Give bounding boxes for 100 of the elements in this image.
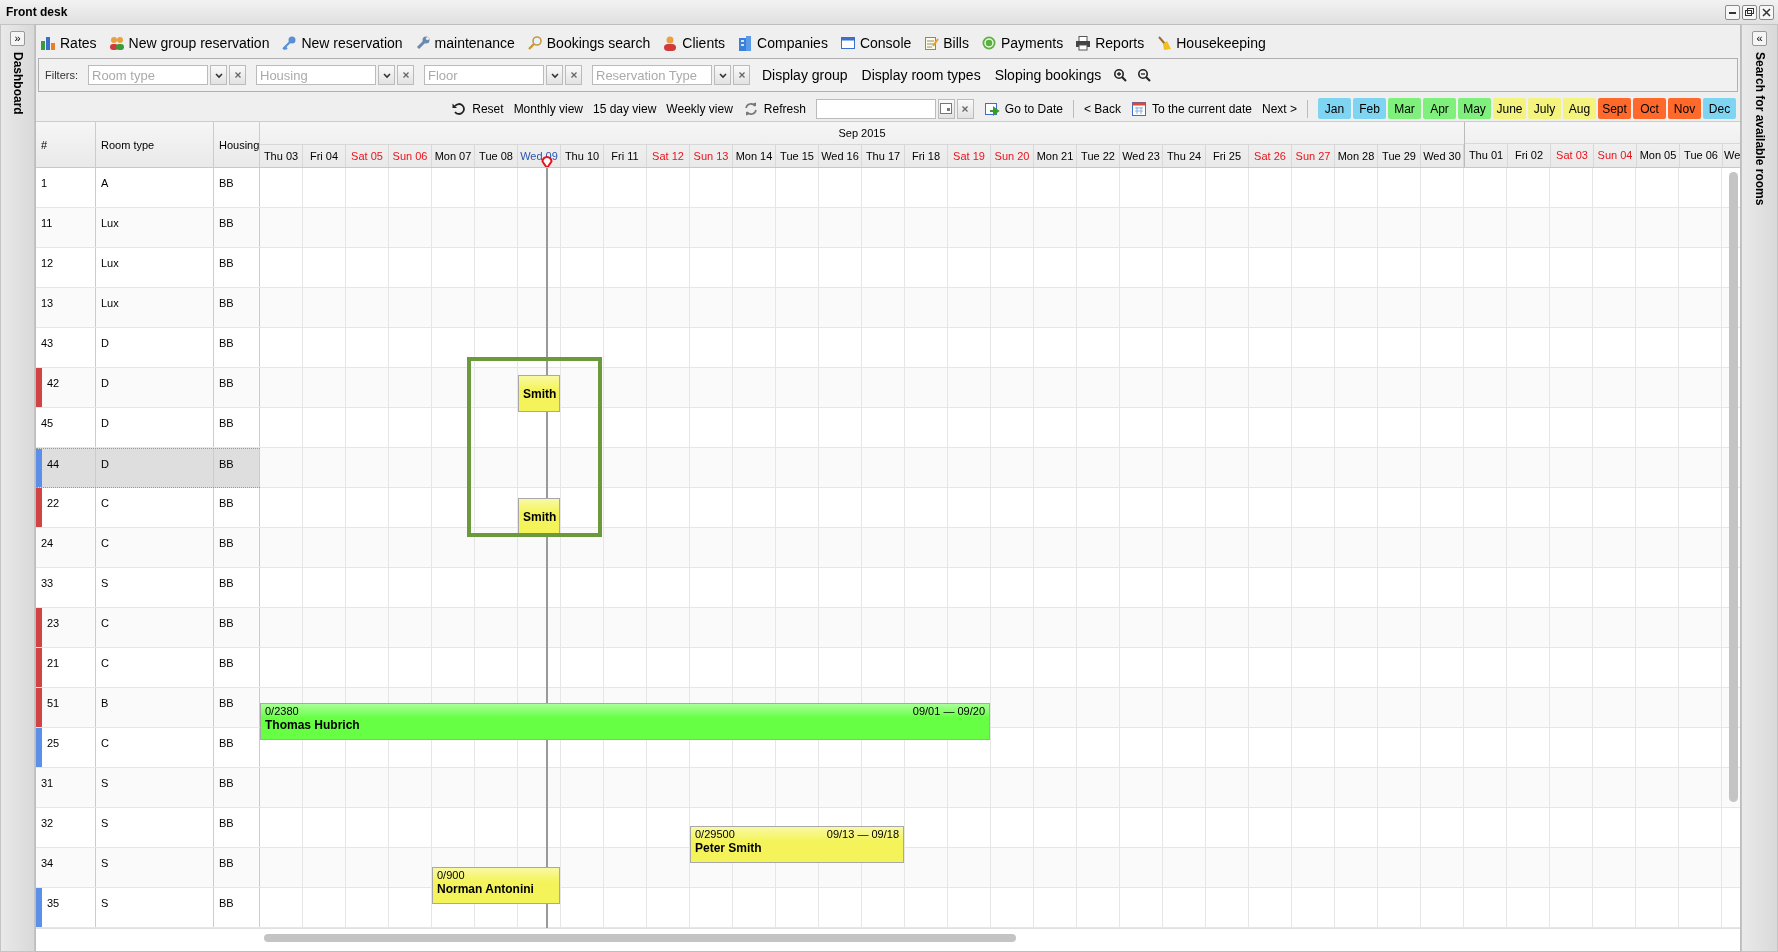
dropdown-button[interactable] [714, 65, 731, 85]
table-row[interactable]: 13 Lux BB [36, 288, 260, 328]
table-row[interactable]: 44 D BB [36, 448, 260, 488]
booking-bar[interactable]: 0/900 Norman Antonini [432, 867, 560, 904]
clear-button[interactable] [565, 65, 582, 85]
reset-button[interactable]: Reset [451, 99, 504, 118]
table-cell: S [101, 857, 109, 869]
table-row[interactable]: 42 D BB [36, 368, 260, 408]
month-button[interactable]: July [1528, 98, 1561, 119]
table-cell: C [101, 537, 109, 549]
month-button[interactable]: Sept [1598, 98, 1631, 119]
expand-button[interactable]: » [10, 31, 25, 46]
scrollbar[interactable] [264, 934, 1016, 942]
dashboard-panel-title[interactable]: Dashboard [8, 52, 27, 115]
month-button[interactable]: May [1458, 98, 1491, 119]
menu-item[interactable]: Console [839, 32, 912, 54]
view-button[interactable]: 15 day view [593, 99, 657, 118]
combo-field[interactable]: Reservation Type [592, 65, 712, 85]
booking-bar[interactable]: Smith [518, 498, 560, 535]
table-cell-text: 23 [46, 616, 60, 631]
clear-button[interactable] [229, 65, 246, 85]
day-header: Sat 26 [1249, 145, 1292, 167]
booking-bar[interactable]: Smith [518, 375, 560, 412]
clear-button[interactable] [733, 65, 750, 85]
back-button[interactable]: < Back [1083, 99, 1121, 118]
close-button[interactable] [1759, 4, 1774, 20]
zoom-out-icon[interactable] [1137, 68, 1152, 82]
window-icon [839, 35, 856, 51]
clear-button[interactable] [956, 98, 974, 119]
combo-field[interactable]: Room type [88, 65, 208, 85]
table-cell: BB [219, 217, 234, 229]
booking-dates: 09/01 — 09/20 [912, 705, 985, 718]
menu-item[interactable]: Reports [1075, 32, 1145, 54]
month-button[interactable]: Dec [1703, 98, 1736, 119]
minimize-button[interactable] [1725, 4, 1740, 20]
next-button[interactable]: Next > [1262, 99, 1297, 118]
combo-field[interactable]: Housing [256, 65, 376, 85]
menu-item[interactable]: Clients [662, 32, 726, 54]
month-button[interactable]: June [1493, 98, 1526, 119]
menu-item[interactable]: Housekeeping [1156, 32, 1266, 54]
month-button[interactable]: Aug [1563, 98, 1596, 119]
month-button[interactable]: Apr [1423, 98, 1456, 119]
table-row[interactable]: 31 S BB [36, 768, 260, 808]
dropdown-button[interactable] [210, 65, 227, 85]
menu-item[interactable]: maintenance [414, 32, 515, 54]
view-button[interactable]: Monthly view [513, 99, 583, 118]
column-header[interactable]: # [41, 136, 48, 154]
toggle-button[interactable]: Display group [760, 64, 850, 86]
scrollbar[interactable] [1729, 172, 1738, 802]
menu-item[interactable]: New reservation [281, 32, 403, 54]
table-cell-text: 33 [40, 576, 54, 591]
column-header[interactable]: Housing [219, 136, 260, 154]
combo-field[interactable]: Floor [424, 65, 544, 85]
clear-button[interactable] [397, 65, 414, 85]
restore-button[interactable] [1742, 4, 1757, 20]
booking-bar[interactable]: 0/2380 09/01 — 09/20 Thomas Hubrich [260, 703, 990, 740]
column-header[interactable]: Room type [101, 136, 155, 154]
table-row[interactable]: 24 C BB [36, 528, 260, 568]
table-cell: BB [219, 777, 234, 789]
table-cell: BB [219, 297, 234, 309]
dropdown-button[interactable] [546, 65, 563, 85]
table-cell-text: 11 [40, 216, 53, 231]
menu-item[interactable]: Bookings search [526, 32, 651, 54]
zoom-in-icon[interactable] [1113, 68, 1128, 82]
view-button[interactable]: Weekly view [666, 99, 733, 118]
close-icon [568, 70, 579, 80]
date-picker-button[interactable] [937, 98, 955, 119]
month-button[interactable]: Mar [1388, 98, 1421, 119]
month-button[interactable]: Oct [1633, 98, 1666, 119]
chevron-down-icon [548, 70, 561, 80]
dropdown-button[interactable] [378, 65, 395, 85]
table-row[interactable]: 51 B BB [36, 688, 260, 728]
menu-item[interactable]: Rates [40, 32, 97, 54]
day-header: Tue 22 [1077, 145, 1120, 167]
day-header: Sun 27 [1292, 145, 1335, 167]
month-button[interactable]: Feb [1353, 98, 1386, 119]
table-cell: BB [219, 257, 234, 269]
month-button[interactable]: Jan [1318, 98, 1351, 119]
booking-bar[interactable]: 0/29500 09/13 — 09/18 Peter Smith [690, 826, 904, 863]
toggle-button[interactable]: Display room types [859, 64, 983, 86]
toggle-button[interactable]: Sloping bookings [992, 64, 1104, 86]
booking-amount: 0/900 [437, 869, 465, 882]
table-cell-text: 21 [46, 656, 60, 671]
menu-item[interactable]: Companies [737, 32, 828, 54]
table-row[interactable]: 23 C BB [36, 608, 260, 648]
table-row[interactable]: 11 Lux BB [36, 208, 260, 248]
search-panel-title[interactable]: Search for available rooms [1750, 52, 1769, 206]
date-field[interactable] [815, 98, 936, 119]
table-cell-text: 13 [40, 296, 54, 311]
current-date-button[interactable]: To the current date [1130, 99, 1252, 118]
month-button[interactable]: Nov [1668, 98, 1701, 119]
expand-button[interactable]: « [1752, 31, 1767, 46]
go-to-date-button[interactable]: Go to Date [983, 99, 1063, 118]
menu-item[interactable]: Payments [980, 32, 1064, 54]
guest-name: Peter Smith [695, 841, 762, 855]
booking-amount: 0/29500 [695, 828, 735, 841]
refresh-button[interactable]: Refresh [742, 99, 806, 118]
menu-item[interactable]: Bills [923, 32, 969, 54]
table-row[interactable]: 34 S BB [36, 848, 260, 888]
menu-item[interactable]: New group reservation [108, 32, 270, 54]
